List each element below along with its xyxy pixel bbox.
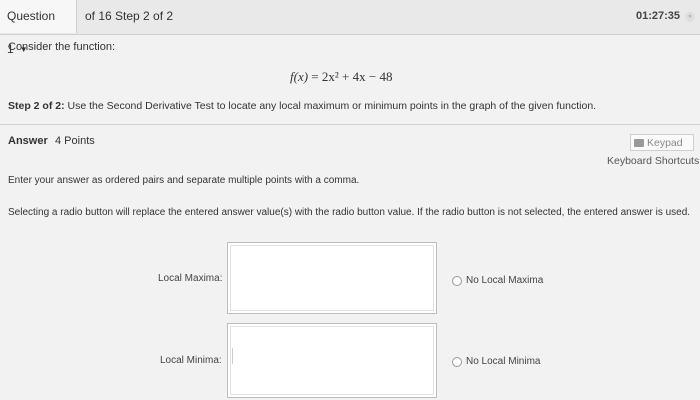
local-maxima-input[interactable] — [227, 242, 437, 314]
function-lhs: f(x) — [290, 69, 309, 84]
timer: 01:27:35 — [636, 10, 681, 22]
function-rhs: = 2x² + 4x − 48 — [311, 69, 393, 84]
local-minima-input[interactable] — [227, 323, 437, 398]
keypad-icon — [634, 139, 644, 147]
local-minima-label: Local Minima: — [160, 355, 222, 366]
no-local-maxima-label[interactable]: No Local Maxima — [466, 275, 543, 286]
step-instructions: Step 2 of 2: Use the Second Derivative T… — [8, 100, 596, 112]
local-minima-input-inner — [230, 326, 434, 395]
no-local-maxima-radio[interactable] — [452, 276, 462, 286]
problem-prompt: Consider the function: — [8, 41, 116, 53]
keypad-button[interactable]: Keypad — [630, 134, 694, 151]
question-progress: of 16 Step 2 of 2 — [85, 9, 174, 23]
no-local-minima-label[interactable]: No Local Minima — [466, 356, 540, 367]
text-cursor — [232, 348, 233, 364]
keypad-label: Keypad — [647, 137, 683, 149]
function-formula: f(x) = 2x² + 4x − 48 — [290, 69, 392, 85]
step-label: Step 2 of 2: — [8, 100, 65, 112]
step-text: Use the Second Derivative Test to locate… — [67, 100, 597, 112]
no-local-minima-radio[interactable] — [452, 357, 462, 367]
answer-heading: Answer — [8, 135, 48, 147]
local-maxima-label: Local Maxima: — [158, 273, 223, 284]
question-selector[interactable]: Question 1 ▼ — [0, 0, 77, 56]
radio-button-note: Selecting a radio button will replace th… — [8, 207, 691, 218]
points-badge: 4 Points — [55, 135, 95, 147]
answer-instructions: Enter your answer as ordered pairs and s… — [8, 175, 360, 186]
top-bar: Question 1 ▼ of 16 Step 2 of 2 01:27:35 ● — [0, 0, 700, 56]
local-maxima-input-inner — [230, 245, 434, 311]
timer-toggle-icon[interactable]: ● — [685, 12, 695, 22]
keyboard-shortcuts-link[interactable]: Keyboard Shortcuts — [607, 155, 699, 167]
divider — [0, 124, 700, 125]
